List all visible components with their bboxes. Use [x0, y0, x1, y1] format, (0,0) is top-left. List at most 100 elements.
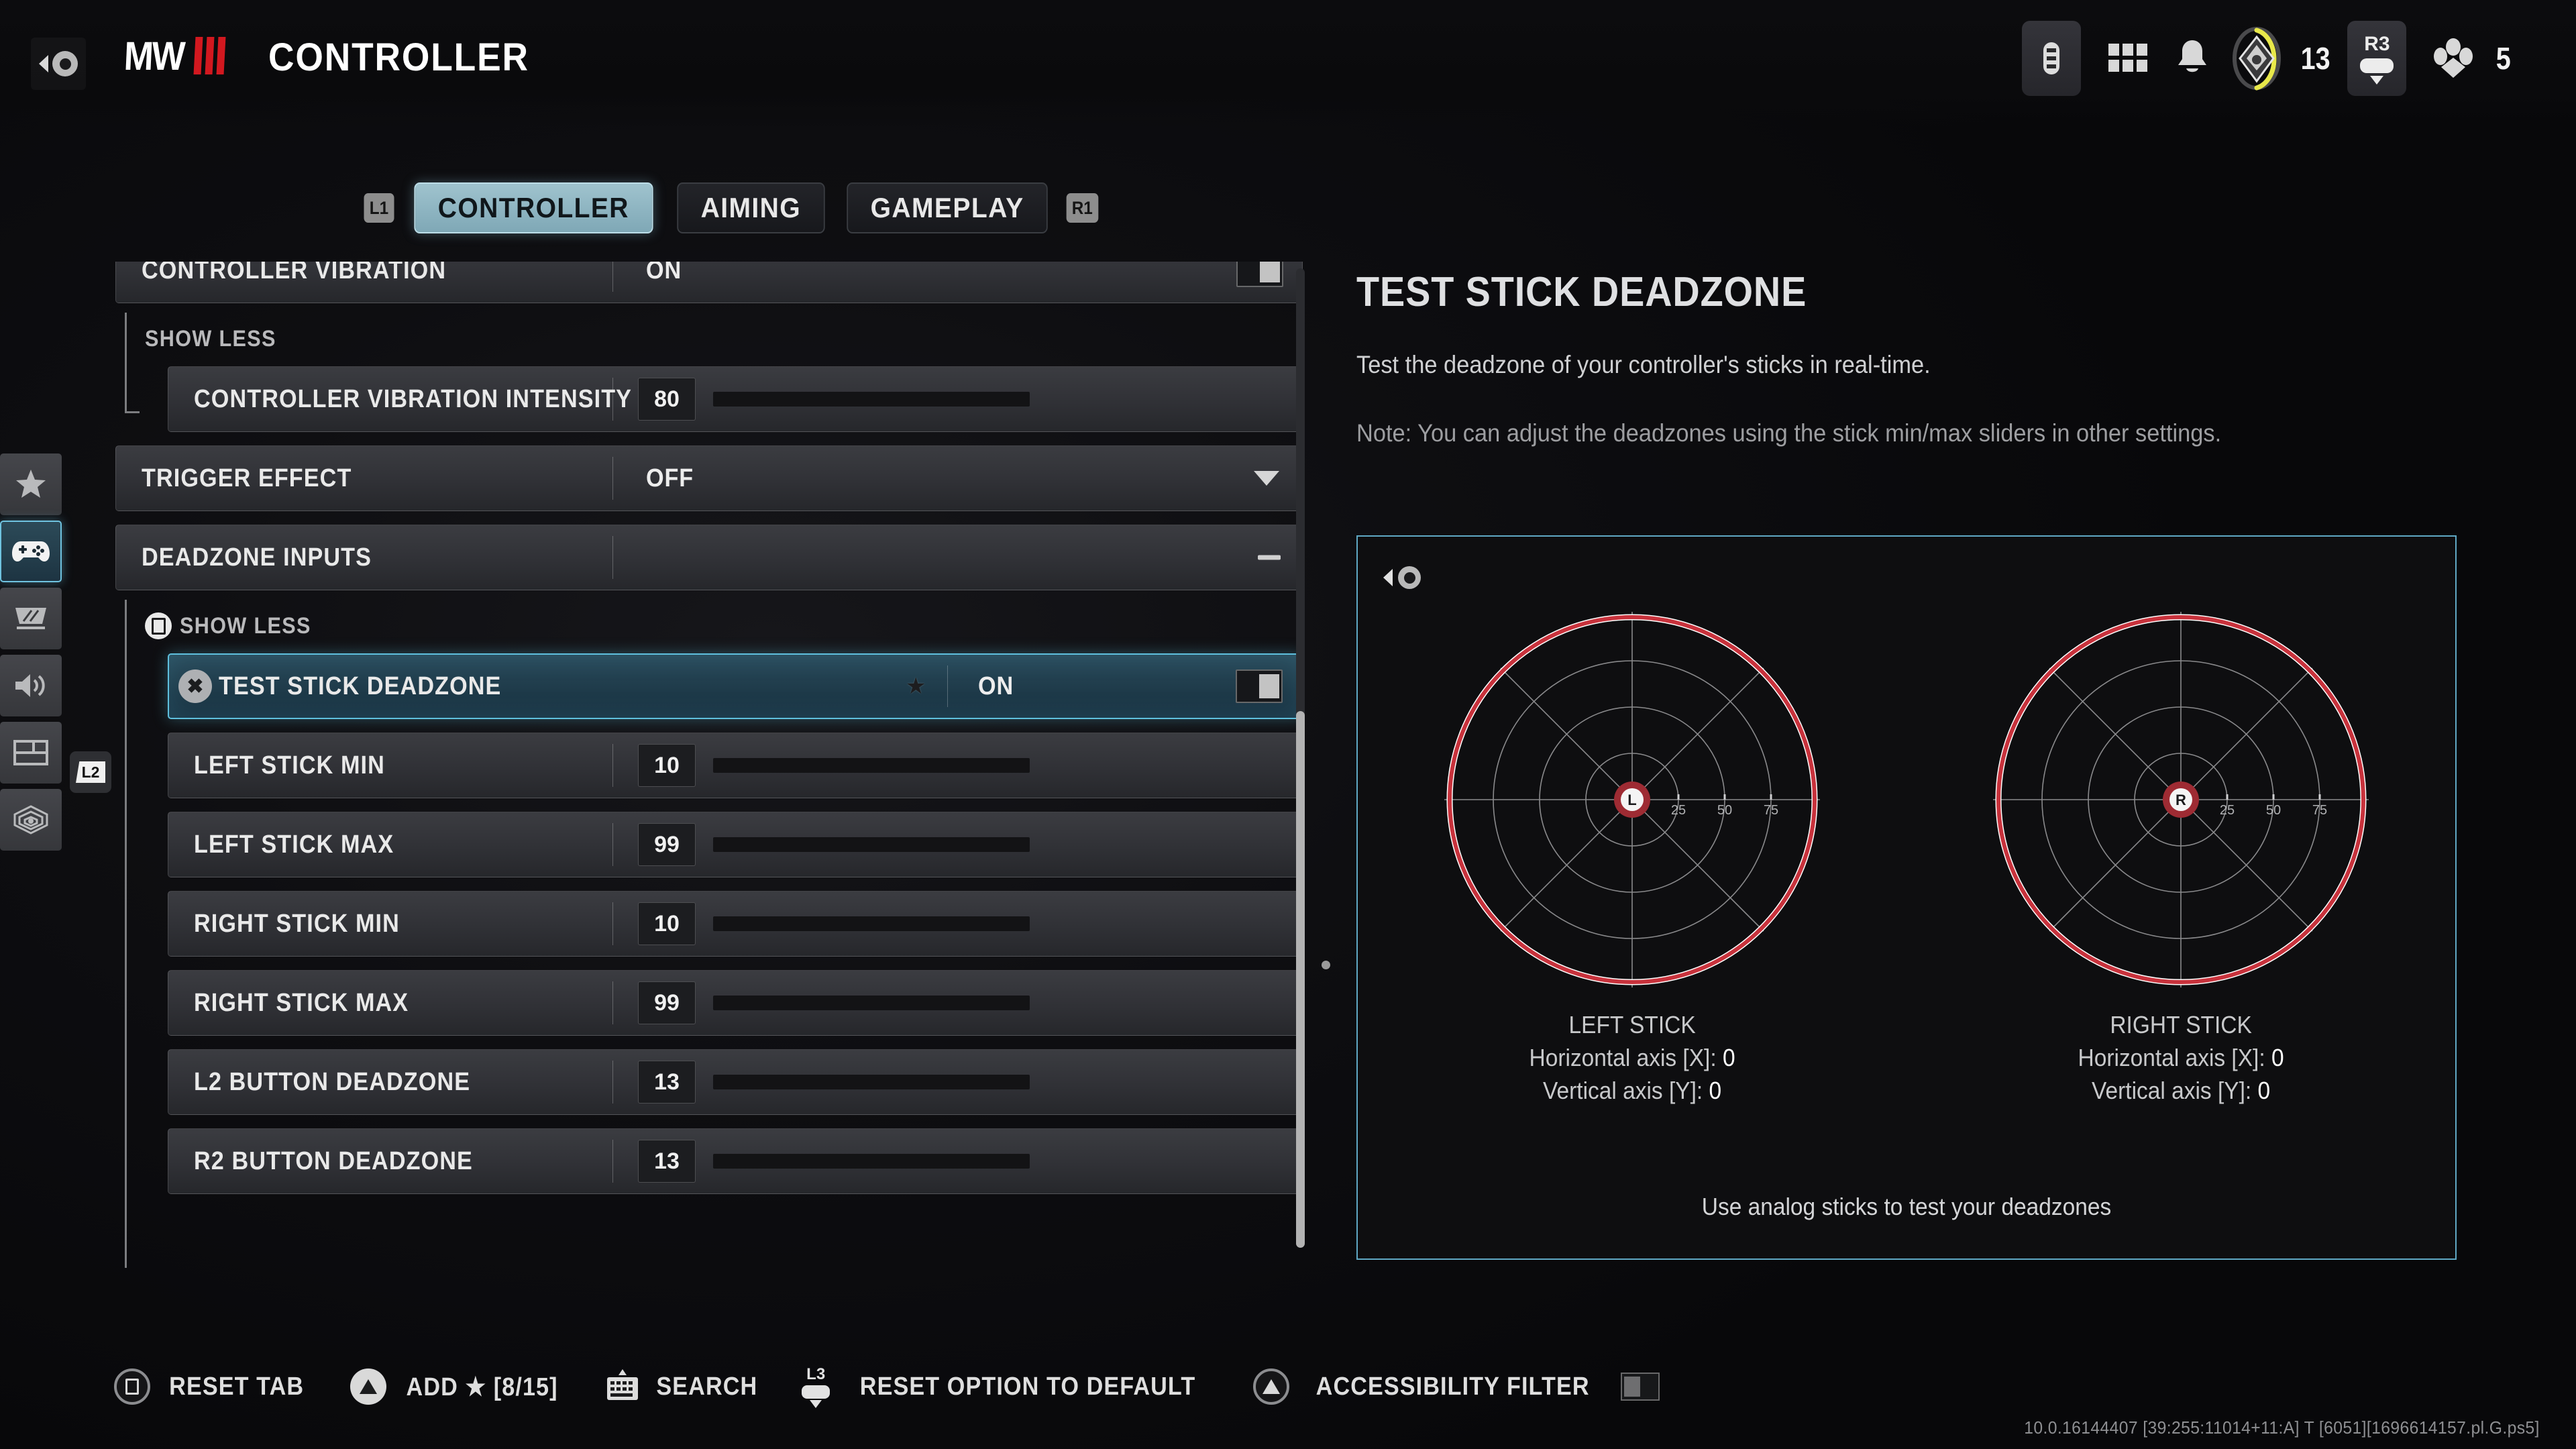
add-favorite-button[interactable]: ADD ★ [8/15] — [350, 1368, 566, 1405]
squad-value: 5 — [2496, 41, 2512, 76]
right-stick-min-slider[interactable] — [713, 916, 1030, 931]
sidebar-item-account[interactable] — [0, 789, 62, 851]
right-stick-max-slider[interactable] — [713, 996, 1030, 1010]
row-divider — [612, 902, 613, 945]
stick-panel-back-button[interactable] — [1383, 555, 1438, 600]
left-stick-max-slider[interactable] — [713, 837, 1030, 852]
gamepad-icon — [12, 541, 50, 561]
show-less-group-1[interactable]: SHOW LESS — [115, 313, 1303, 413]
detail-panel: TEST STICK DEADZONE Test the deadzone of… — [1356, 268, 2457, 1260]
setting-row-l2-button-deadzone[interactable]: L2 BUTTON DEADZONE 13 — [168, 1049, 1303, 1115]
collapse-minus-icon[interactable] — [1258, 555, 1281, 560]
reset-option-button[interactable]: L3 RESET OPTION TO DEFAULT — [802, 1365, 1214, 1408]
add-favorite-label: ADD ★ [8/15] — [406, 1373, 558, 1401]
left-stick-min-slider[interactable] — [713, 758, 1030, 773]
setting-row-controller-vibration[interactable]: CONTROLLER VIBRATION ON — [115, 262, 1303, 303]
setting-row-left-stick-min[interactable]: LEFT STICK MIN 10 — [168, 733, 1303, 798]
setting-label: RIGHT STICK MAX — [194, 988, 409, 1017]
setting-row-r2-button-deadzone[interactable]: R2 BUTTON DEADZONE 13 — [168, 1128, 1303, 1194]
reset-tab-button[interactable]: RESET TAB — [114, 1368, 311, 1405]
setting-row-right-stick-max[interactable]: RIGHT STICK MAX 99 — [168, 970, 1303, 1036]
bell-notification-icon[interactable] — [2160, 21, 2224, 95]
tab-gameplay[interactable]: GAMEPLAY — [847, 182, 1049, 233]
favorite-star-icon[interactable]: ★ — [906, 673, 926, 700]
rank-emblem-icon — [2224, 21, 2289, 95]
test-stick-deadzone-toggle[interactable] — [1236, 669, 1283, 703]
speaker-icon — [15, 674, 45, 697]
svg-text:25: 25 — [2220, 803, 2235, 818]
setting-row-right-stick-min[interactable]: RIGHT STICK MIN 10 — [168, 891, 1303, 957]
layout-icon — [13, 740, 48, 765]
sidebar-item-graphics[interactable] — [0, 588, 62, 649]
sidebar-item-controller[interactable] — [0, 521, 62, 582]
r2-deadzone-slider[interactable] — [713, 1154, 1030, 1169]
accessibility-filter-button[interactable]: ACCESSIBILITY FILTER — [1253, 1368, 1660, 1405]
r3-label: R3 — [2364, 32, 2390, 55]
circle-button-back-icon — [1398, 566, 1421, 589]
sidebar-item-audio[interactable] — [0, 655, 62, 716]
left-stick-max-value[interactable]: 99 — [638, 823, 696, 866]
search-label: SEARCH — [655, 1372, 757, 1401]
setting-row-vibration-intensity[interactable]: CONTROLLER VIBRATION INTENSITY 80 — [168, 366, 1303, 432]
setting-row-left-stick-max[interactable]: LEFT STICK MAX 99 — [168, 812, 1303, 877]
l2-deadzone-value[interactable]: 13 — [638, 1061, 696, 1104]
squad-members-icon — [2421, 21, 2485, 95]
setting-label: R2 BUTTON DEADZONE — [194, 1146, 473, 1175]
right-stick-name: RIGHT STICK — [2110, 1011, 2252, 1038]
settings-list[interactable]: CONTROLLER VIBRATION ON SHOW LESS CONTRO… — [115, 262, 1303, 1268]
r2-deadzone-value[interactable]: 13 — [638, 1140, 696, 1183]
chevron-down-icon[interactable] — [1254, 471, 1279, 486]
left-stick-min-value[interactable]: 10 — [638, 744, 696, 787]
square-button-icon — [145, 612, 172, 639]
sticks-row: 25 50 75 L LEFT STICK Horizontal axis [X… — [1358, 612, 2455, 1108]
detail-title: TEST STICK DEADZONE — [1356, 269, 1807, 315]
scrollbar-thumb[interactable] — [1296, 711, 1305, 1248]
accessibility-filter-toggle[interactable] — [1620, 1373, 1660, 1401]
setting-row-deadzone-inputs[interactable]: DEADZONE INPUTS — [115, 525, 1303, 590]
right-stick-max-value[interactable]: 99 — [638, 981, 696, 1024]
settings-scrollbar[interactable] — [1296, 268, 1305, 1248]
setting-label: CONTROLLER VIBRATION — [142, 262, 447, 284]
tab-controller[interactable]: CONTROLLER — [414, 182, 653, 233]
right-stick-min-value[interactable]: 10 — [638, 902, 696, 945]
r3-stick-button-icon[interactable]: R3 — [2347, 21, 2407, 96]
star-icon — [16, 470, 46, 498]
setting-row-trigger-effect[interactable]: TRIGGER EFFECT OFF — [115, 445, 1303, 511]
show-less-group-2[interactable]: SHOW LESS — [115, 600, 1303, 1268]
setting-label: RIGHT STICK MIN — [194, 909, 400, 938]
row-divider — [612, 1061, 613, 1104]
left-stick-y-value: 0 — [1709, 1076, 1722, 1104]
battery-icon[interactable] — [2022, 21, 2082, 96]
vibration-intensity-value[interactable]: 80 — [638, 378, 696, 421]
left-stick-x-label: Horizontal axis [X]: — [1529, 1043, 1717, 1071]
page-title: CONTROLLER — [268, 36, 529, 79]
vibration-toggle[interactable] — [1236, 262, 1283, 287]
sidebar-item-favorites[interactable] — [0, 453, 62, 515]
detail-note: Note: You can adjust the deadzones using… — [1356, 419, 2222, 447]
network-icon — [13, 805, 48, 835]
l2-deadzone-slider[interactable] — [713, 1075, 1030, 1089]
svg-text:50: 50 — [2266, 803, 2281, 818]
setting-row-test-stick-deadzone[interactable]: ✖ TEST STICK DEADZONE ★ ON — [168, 653, 1303, 719]
setting-label: DEADZONE INPUTS — [142, 543, 372, 572]
r3-arrow-icon — [2370, 75, 2384, 85]
cross-button-icon: ✖ — [178, 669, 212, 703]
stick-deadzone-visualizer-panel: 25 50 75 L LEFT STICK Horizontal axis [X… — [1356, 535, 2457, 1260]
row-divider — [612, 457, 613, 500]
sidebar-item-interface[interactable] — [0, 722, 62, 784]
right-stick-y-label: Vertical axis [Y]: — [2091, 1076, 2252, 1104]
rank-emblem-badge[interactable]: 13 — [2224, 21, 2332, 95]
setting-label: TRIGGER EFFECT — [142, 464, 352, 492]
vibration-intensity-slider[interactable] — [713, 392, 1030, 407]
row-divider — [612, 536, 613, 579]
grid-menu-icon[interactable] — [2096, 21, 2160, 95]
tab-aiming[interactable]: AIMING — [676, 182, 825, 233]
group-bracket — [125, 313, 140, 413]
svg-text:R: R — [2176, 792, 2186, 808]
sidebar-nav — [0, 453, 62, 851]
back-button[interactable] — [31, 38, 86, 90]
setting-value: OFF — [646, 464, 694, 492]
r1-badge: R1 — [1067, 193, 1099, 223]
search-button[interactable]: SEARCH — [606, 1368, 763, 1405]
squad-members-badge[interactable]: 5 — [2421, 21, 2512, 95]
